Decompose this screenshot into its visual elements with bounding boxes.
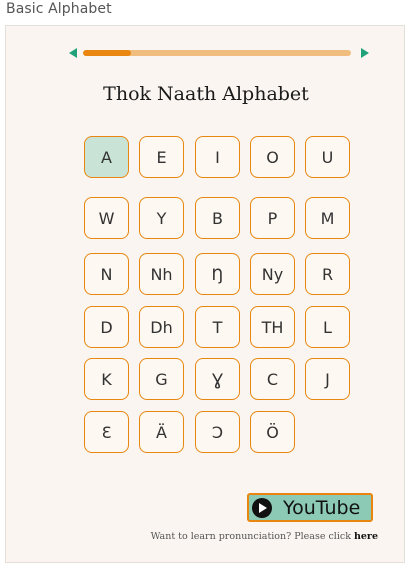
youtube-button-label: YouTube <box>283 496 361 519</box>
letter-tile[interactable]: A <box>84 136 129 178</box>
letter-tile[interactable]: P <box>250 197 295 239</box>
page-title: Basic Alphabet <box>6 1 112 17</box>
letter-tile[interactable]: M <box>305 197 350 239</box>
progress-fill <box>83 50 132 56</box>
letter-tile[interactable]: U <box>305 136 350 178</box>
letter-tile[interactable]: Dh <box>139 306 184 348</box>
letter-tile[interactable]: I <box>195 136 240 178</box>
letter-tile[interactable]: E <box>139 136 184 178</box>
letter-tile[interactable]: Y <box>139 197 184 239</box>
letter-tile[interactable]: N <box>84 253 129 295</box>
alphabet-card: Thok Naath Alphabet A E I O U W Y B P M N Nh Ŋ Ny R D Dh… <box>5 25 405 563</box>
progress-track <box>83 50 351 56</box>
pronunciation-note: Want to learn pronunciation? Please clic… <box>151 531 378 542</box>
letter-tile[interactable]: W <box>84 197 129 239</box>
letter-tile[interactable]: G <box>139 358 184 400</box>
play-circle-icon <box>252 497 272 518</box>
letter-tile[interactable]: O <box>250 136 295 178</box>
arrow-right-icon[interactable] <box>361 48 369 58</box>
letter-tile[interactable]: TH <box>250 306 295 348</box>
arrow-left-icon[interactable] <box>69 48 77 58</box>
letter-tile[interactable]: R <box>305 253 350 295</box>
letter-tile[interactable]: T <box>195 306 240 348</box>
letter-tile[interactable]: Nh <box>139 253 184 295</box>
alphabet-title: Thok Naath Alphabet <box>103 83 309 105</box>
letter-tile[interactable]: K <box>84 358 129 400</box>
progress-bar <box>69 47 369 59</box>
letter-tile[interactable]: L <box>305 306 350 348</box>
youtube-button[interactable]: YouTube <box>247 493 373 522</box>
letter-tile[interactable]: Ɣ <box>195 358 240 400</box>
letter-tile[interactable]: B <box>195 197 240 239</box>
letter-tile[interactable]: Ny <box>250 253 295 295</box>
letter-tile[interactable]: Ö <box>250 411 295 453</box>
pronunciation-link[interactable]: here <box>354 531 378 542</box>
letter-tile[interactable]: C <box>250 358 295 400</box>
letter-tile[interactable]: Ŋ <box>195 253 240 295</box>
letter-tile[interactable]: D <box>84 306 129 348</box>
letter-tile[interactable]: Ɛ <box>84 411 129 453</box>
letter-tile[interactable]: Ɔ <box>195 411 240 453</box>
letter-tile[interactable]: J <box>305 358 350 400</box>
pronunciation-note-text: Want to learn pronunciation? Please clic… <box>150 531 354 542</box>
letter-tile[interactable]: Ä <box>139 411 184 453</box>
